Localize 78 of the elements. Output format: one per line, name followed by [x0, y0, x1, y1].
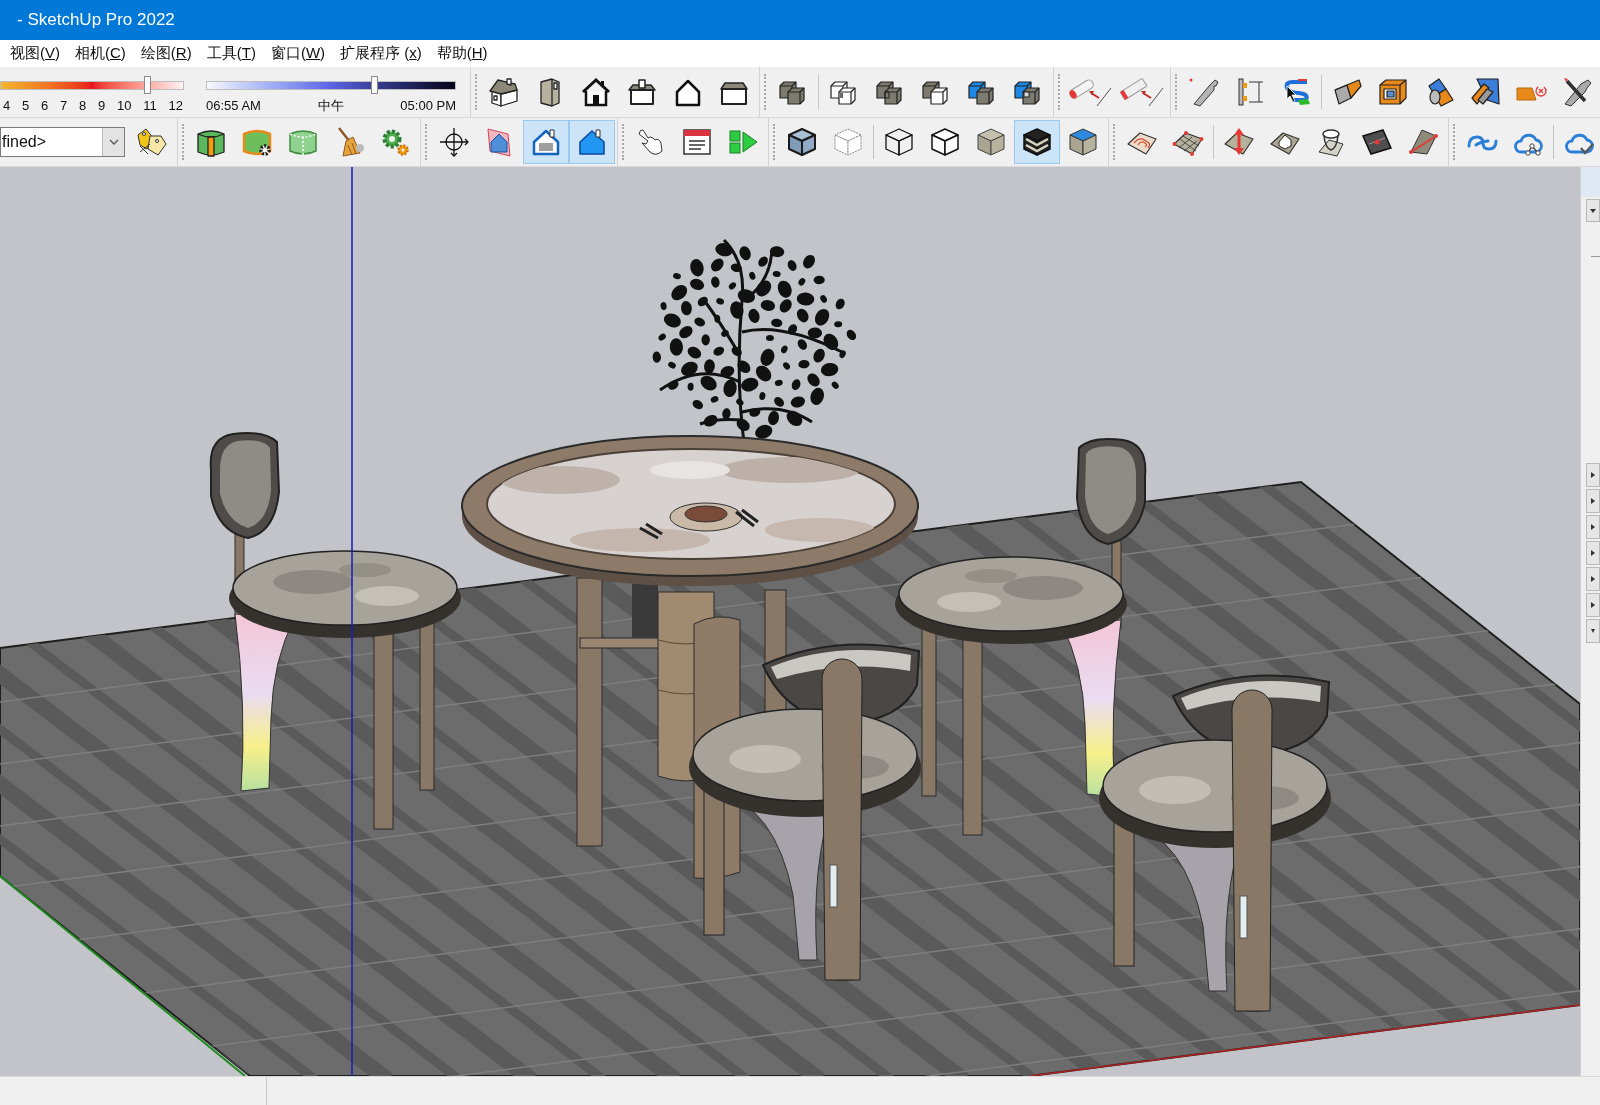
menu-item[interactable]: 窗口(W) [270, 42, 326, 65]
panel-button[interactable] [1586, 541, 1600, 565]
menu-item[interactable]: 绘图(R) [140, 42, 192, 65]
slider-tick-label: 9 [98, 97, 106, 115]
cube-icon [1067, 126, 1099, 158]
menu-item[interactable]: 相机(C) [75, 42, 126, 65]
slider-tick-label: 5 [22, 97, 30, 115]
toolbar-grip[interactable] [182, 124, 185, 160]
folded-plane-icon [1469, 76, 1501, 108]
menu-item[interactable]: 工具(T) [206, 42, 256, 65]
menu-item[interactable]: 视图(V) [10, 42, 60, 65]
slider-track[interactable] [206, 76, 456, 94]
panel-button[interactable] [1586, 199, 1600, 222]
panel-button[interactable] [1586, 489, 1600, 513]
terrain-diagonal-icon [1407, 126, 1439, 158]
triangle-icon [1591, 498, 1595, 504]
triangle-icon [1591, 524, 1595, 530]
cylinder-arrow-icon [1067, 76, 1113, 108]
tool-button[interactable] [1014, 120, 1060, 164]
time-label: 中午 [317, 97, 344, 115]
toolbar-grip[interactable] [475, 74, 478, 110]
cube-icon [975, 126, 1007, 158]
cube-icon [832, 126, 864, 158]
cube-icon [786, 126, 818, 158]
panel-button[interactable] [1586, 567, 1600, 591]
toolbar-grip[interactable] [1175, 74, 1178, 110]
crosshair-icon [438, 126, 470, 158]
slider-tick-label: 11 [143, 97, 157, 115]
slider-tick-label: 4 [3, 97, 11, 115]
toolbar-grip[interactable] [622, 124, 625, 160]
frame-icon [1377, 76, 1409, 108]
striped-cube-icon [1021, 126, 1053, 158]
beam-arrow-icon [1119, 76, 1165, 108]
toolbar-grip[interactable] [764, 74, 767, 110]
house-icon [626, 76, 658, 108]
slider-thumb[interactable] [370, 76, 378, 94]
slider-tick-label: 8 [79, 97, 87, 115]
panel-button[interactable] [1586, 463, 1600, 487]
slider-tick-label: 10 [117, 97, 132, 115]
panel-button[interactable] [1586, 619, 1600, 643]
time-label: 05:00 PM [400, 97, 456, 115]
panel-button[interactable] [1586, 515, 1600, 539]
toolbar-grip[interactable] [773, 124, 776, 160]
molding-icon [1188, 76, 1220, 108]
model-viewport[interactable] [0, 167, 1580, 1076]
slider-tick-label: 6 [41, 97, 49, 115]
house-icon [580, 76, 612, 108]
toolbar-grip[interactable] [1113, 124, 1116, 160]
house-icon [530, 126, 562, 158]
slider-thumb[interactable] [144, 76, 152, 94]
toolbar-grip[interactable] [1453, 124, 1456, 160]
triangle-icon [1591, 628, 1595, 634]
triangle-icon [1591, 576, 1595, 582]
slider-tick-label: 12 [168, 97, 183, 115]
window-title: - SketchUp Pro 2022 [17, 9, 175, 32]
triangle-icon [1591, 602, 1595, 608]
toolbar-grip[interactable] [425, 124, 428, 160]
slider-track[interactable] [0, 76, 184, 94]
cube-icon [883, 126, 915, 158]
panel-header [1581, 167, 1600, 197]
menu-item[interactable]: 帮助(H) [436, 42, 488, 65]
triangle-icon [1591, 472, 1595, 478]
tag-dropdown[interactable]: fined> [0, 127, 125, 157]
slider-tick-label: 7 [60, 97, 68, 115]
pencil-molding-icon [1561, 76, 1593, 108]
triangle-icon [1591, 550, 1595, 556]
caret-icon [108, 139, 119, 145]
window-icon [681, 126, 713, 158]
terrain-loop-icon [1315, 126, 1347, 158]
triangle-icon [1590, 208, 1596, 213]
tags-icon [136, 126, 168, 158]
time-label: 06:55 AM [206, 97, 261, 115]
toolbar-grip[interactable] [1058, 74, 1061, 110]
menu-item[interactable]: 扩展程序 (x) [340, 42, 422, 65]
panel-button[interactable] [1586, 593, 1600, 617]
house-icon [576, 126, 608, 158]
cube-icon [929, 126, 961, 158]
house-icon [488, 76, 520, 108]
